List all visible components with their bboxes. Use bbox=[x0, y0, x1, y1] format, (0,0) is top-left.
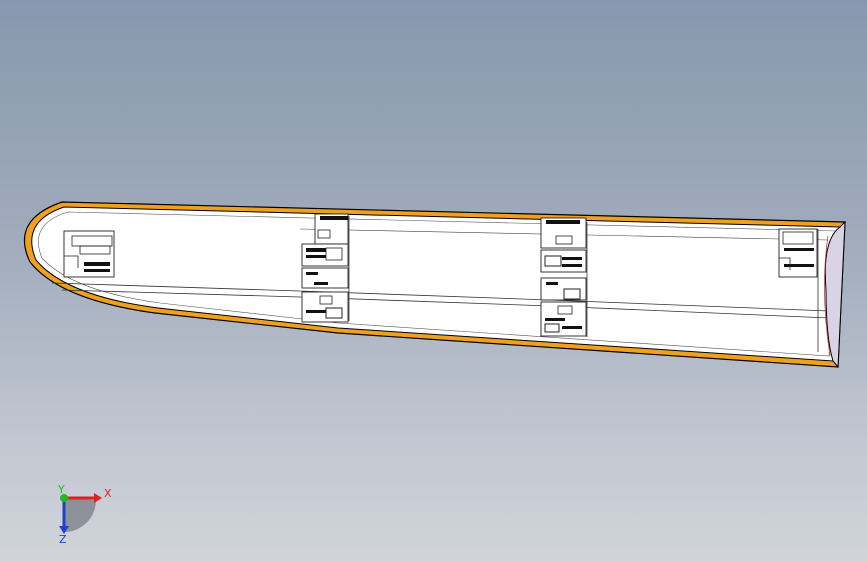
x-axis-arrowhead bbox=[94, 493, 102, 503]
bracket-rib2-bottom[interactable] bbox=[540, 277, 587, 337]
model-canvas[interactable]: X Y Z bbox=[0, 0, 867, 562]
y-axis-label: Y bbox=[57, 483, 65, 496]
wing-panel-part[interactable] bbox=[23, 201, 846, 369]
triad-shadow bbox=[64, 498, 96, 532]
cad-viewport[interactable]: X Y Z bbox=[0, 0, 867, 562]
bracket-rib2-top[interactable] bbox=[540, 217, 587, 273]
coordinate-triad-icon: X Y Z bbox=[57, 483, 112, 546]
x-axis-label: X bbox=[104, 487, 112, 500]
bracket-left[interactable] bbox=[63, 230, 115, 278]
bracket-rib1-bottom[interactable] bbox=[301, 267, 349, 323]
bracket-right[interactable] bbox=[778, 228, 818, 278]
z-axis-label: Z bbox=[59, 533, 67, 546]
